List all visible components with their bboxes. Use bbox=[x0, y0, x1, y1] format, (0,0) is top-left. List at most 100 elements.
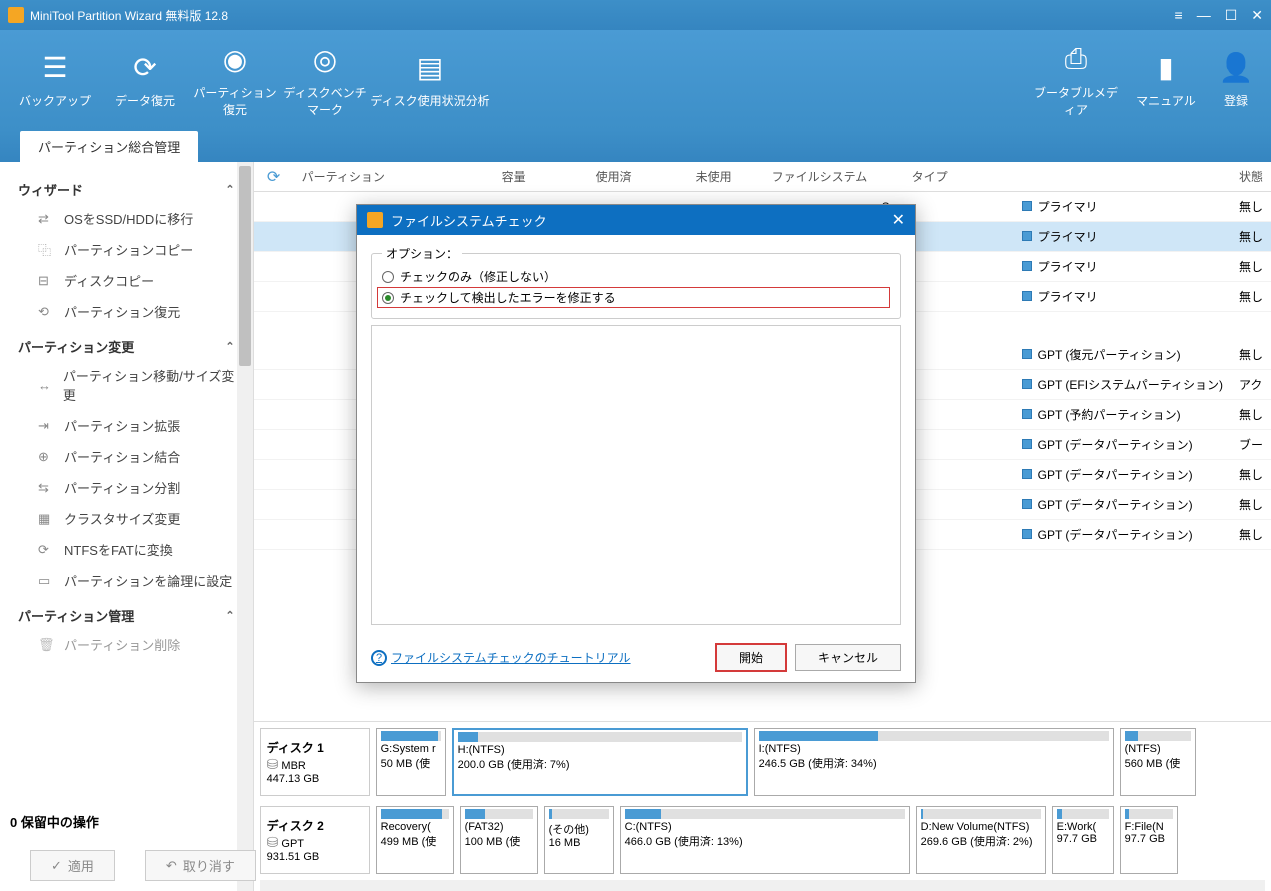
disk-row: ディスク 2⛁ GPT931.51 GBRecovery(499 MB (使(F… bbox=[260, 806, 1265, 874]
undo-icon: ↶ bbox=[166, 858, 177, 874]
chevron-up-icon: ⌃ bbox=[225, 340, 234, 353]
col-used[interactable]: 使用済 bbox=[564, 168, 664, 185]
col-fs[interactable]: ファイルシステム bbox=[764, 168, 904, 185]
recover2-icon: ⟲ bbox=[38, 304, 54, 320]
sidebar-item-ntfs-to-fat[interactable]: ⟳NTFSをFATに変換 bbox=[4, 534, 249, 565]
close-button[interactable]: ✕ bbox=[1251, 7, 1263, 24]
chevron-up-icon: ⌃ bbox=[225, 183, 234, 196]
partition-block[interactable]: D:New Volume(NTFS)269.6 GB (使用済: 2%) bbox=[916, 806, 1046, 874]
book-icon: ▮ bbox=[1158, 51, 1173, 84]
col-unused[interactable]: 未使用 bbox=[664, 168, 764, 185]
help-icon: ? bbox=[371, 650, 387, 666]
radio-check-only[interactable]: チェックのみ（修正しない） bbox=[382, 266, 890, 287]
disk-copy-icon: ⊟ bbox=[38, 273, 54, 289]
pending-operations-label: 0 保留中の操作 bbox=[10, 812, 99, 831]
stack-icon: ☰ bbox=[42, 51, 67, 84]
split-icon: ⇆ bbox=[38, 480, 54, 496]
change-group-header[interactable]: パーティション変更⌃ bbox=[4, 327, 249, 360]
gauge-icon: ◎ bbox=[313, 43, 337, 76]
cancel-button[interactable]: キャンセル bbox=[795, 644, 901, 671]
col-partition[interactable]: パーティション bbox=[294, 168, 464, 185]
delete-icon: 🗑 bbox=[38, 637, 54, 653]
maximize-button[interactable]: ☐ bbox=[1225, 7, 1238, 24]
undo-button[interactable]: ↶取り消す bbox=[145, 850, 256, 881]
minimize-button[interactable]: — bbox=[1197, 7, 1211, 24]
titlebar: MiniTool Partition Wizard 無料版 12.8 ≡ — ☐… bbox=[0, 0, 1271, 30]
partition-recovery-button[interactable]: ◉パーティション復元 bbox=[190, 35, 280, 125]
benchmark-button[interactable]: ◎ディスクベンチマーク bbox=[280, 35, 370, 125]
sidebar-item-delete[interactable]: 🗑パーティション削除 bbox=[4, 629, 249, 660]
apply-button[interactable]: ✓適用 bbox=[30, 850, 115, 881]
disk-map: ディスク 1⛁ MBR447.13 GBG:System r50 MB (使H:… bbox=[254, 721, 1271, 891]
merge-icon: ⊕ bbox=[38, 449, 54, 465]
sidebar-item-copy-partition[interactable]: ⿻パーティションコピー bbox=[4, 234, 249, 265]
disk-row: ディスク 1⛁ MBR447.13 GBG:System r50 MB (使H:… bbox=[260, 728, 1265, 796]
backup-button[interactable]: ☰バックアップ bbox=[10, 35, 100, 125]
sidebar-item-split[interactable]: ⇆パーティション分割 bbox=[4, 472, 249, 503]
manual-button[interactable]: ▮マニュアル bbox=[1121, 35, 1211, 125]
dialog-logo-icon bbox=[367, 212, 383, 228]
sidebar: ウィザード⌃ ⇄OSをSSD/HDDに移行 ⿻パーティションコピー ⊟ディスクコ… bbox=[0, 162, 254, 891]
dialog-title: ファイルシステムチェック bbox=[391, 211, 547, 230]
partition-recover-icon: ◉ bbox=[223, 43, 247, 76]
migrate-icon: ⇄ bbox=[38, 211, 54, 227]
sidebar-item-merge[interactable]: ⊕パーティション結合 bbox=[4, 441, 249, 472]
usb-icon: ⎙ bbox=[1065, 43, 1087, 76]
convert-icon: ⟳ bbox=[38, 542, 54, 558]
start-button[interactable]: 開始 bbox=[715, 643, 787, 672]
disk-label[interactable]: ディスク 2⛁ GPT931.51 GB bbox=[260, 806, 370, 874]
data-recovery-button[interactable]: ⟳データ復元 bbox=[100, 35, 190, 125]
register-button[interactable]: 👤登録 bbox=[1211, 35, 1261, 125]
col-type[interactable]: タイプ bbox=[904, 168, 1231, 185]
user-plus-icon: 👤 bbox=[1219, 51, 1254, 84]
partition-block[interactable]: C:(NTFS)466.0 GB (使用済: 13%) bbox=[620, 806, 910, 874]
manage-group-header[interactable]: パーティション管理⌃ bbox=[4, 596, 249, 629]
partition-block[interactable]: Recovery(499 MB (使 bbox=[376, 806, 454, 874]
horizontal-scrollbar[interactable] bbox=[260, 880, 1265, 891]
help-link[interactable]: ?ファイルシステムチェックのチュートリアル bbox=[371, 649, 631, 666]
tab-bar: パーティション総合管理 bbox=[0, 130, 1271, 162]
dialog-titlebar: ファイルシステムチェック ✕ bbox=[357, 205, 915, 235]
dialog-close-button[interactable]: ✕ bbox=[892, 210, 905, 230]
menu-icon[interactable]: ≡ bbox=[1175, 7, 1183, 24]
chevron-up-icon: ⌃ bbox=[225, 609, 234, 622]
partition-block[interactable]: (NTFS)560 MB (使 bbox=[1120, 728, 1196, 796]
space-analyzer-button[interactable]: ▤ディスク使用状況分析 bbox=[370, 35, 490, 125]
disk-label[interactable]: ディスク 1⛁ MBR447.13 GB bbox=[260, 728, 370, 796]
col-capacity[interactable]: 容量 bbox=[464, 168, 564, 185]
window-title: MiniTool Partition Wizard 無料版 12.8 bbox=[30, 7, 228, 24]
tab-partition-management[interactable]: パーティション総合管理 bbox=[20, 131, 198, 162]
extend-icon: ⇥ bbox=[38, 418, 54, 434]
sidebar-item-extend[interactable]: ⇥パーティション拡張 bbox=[4, 410, 249, 441]
col-status[interactable]: 状態 bbox=[1231, 168, 1271, 185]
sidebar-item-copy-disk[interactable]: ⊟ディスクコピー bbox=[4, 265, 249, 296]
partition-block[interactable]: H:(NTFS)200.0 GB (使用済: 7%) bbox=[452, 728, 748, 796]
options-label: オプション： bbox=[382, 245, 462, 262]
partition-block[interactable]: F:File(N97.7 GB bbox=[1120, 806, 1178, 874]
resize-icon: ↔ bbox=[38, 378, 53, 393]
sidebar-item-set-logical[interactable]: ▭パーティションを論理に設定 bbox=[4, 565, 249, 596]
partition-block[interactable]: G:System r50 MB (使 bbox=[376, 728, 446, 796]
main-toolbar: ☰バックアップ ⟳データ復元 ◉パーティション復元 ◎ディスクベンチマーク ▤デ… bbox=[0, 30, 1271, 130]
radio-check-and-fix[interactable]: チェックして検出したエラーを修正する bbox=[377, 287, 890, 308]
output-log bbox=[371, 325, 901, 625]
sidebar-item-partition-recovery[interactable]: ⟲パーティション復元 bbox=[4, 296, 249, 327]
bootable-media-button[interactable]: ⎙ブータブルメディア bbox=[1031, 35, 1121, 125]
sidebar-item-cluster[interactable]: ▦クラスタサイズ変更 bbox=[4, 503, 249, 534]
check-icon: ✓ bbox=[51, 858, 62, 874]
partition-block[interactable]: (FAT32)100 MB (使 bbox=[460, 806, 538, 874]
app-logo-icon bbox=[8, 7, 24, 23]
partition-block[interactable]: E:Work(97.7 GB bbox=[1052, 806, 1114, 874]
refresh-button[interactable]: ⟳ bbox=[254, 167, 294, 187]
recover-icon: ⟳ bbox=[133, 51, 156, 84]
sidebar-item-move-resize[interactable]: ↔パーティション移動/サイズ変更 bbox=[4, 360, 249, 410]
check-filesystem-dialog: ファイルシステムチェック ✕ オプション： チェックのみ（修正しない） チェック… bbox=[356, 204, 916, 683]
partition-block[interactable]: (その他)16 MB bbox=[544, 806, 614, 874]
logical-icon: ▭ bbox=[38, 573, 54, 589]
partition-block[interactable]: I:(NTFS)246.5 GB (使用済: 34%) bbox=[754, 728, 1114, 796]
wizard-group-header[interactable]: ウィザード⌃ bbox=[4, 170, 249, 203]
partition-list-header: ⟳ パーティション 容量 使用済 未使用 ファイルシステム タイプ 状態 bbox=[254, 162, 1271, 192]
sidebar-item-migrate-os[interactable]: ⇄OSをSSD/HDDに移行 bbox=[4, 203, 249, 234]
copy-icon: ⿻ bbox=[38, 240, 54, 259]
sidebar-scrollbar[interactable] bbox=[237, 162, 253, 891]
